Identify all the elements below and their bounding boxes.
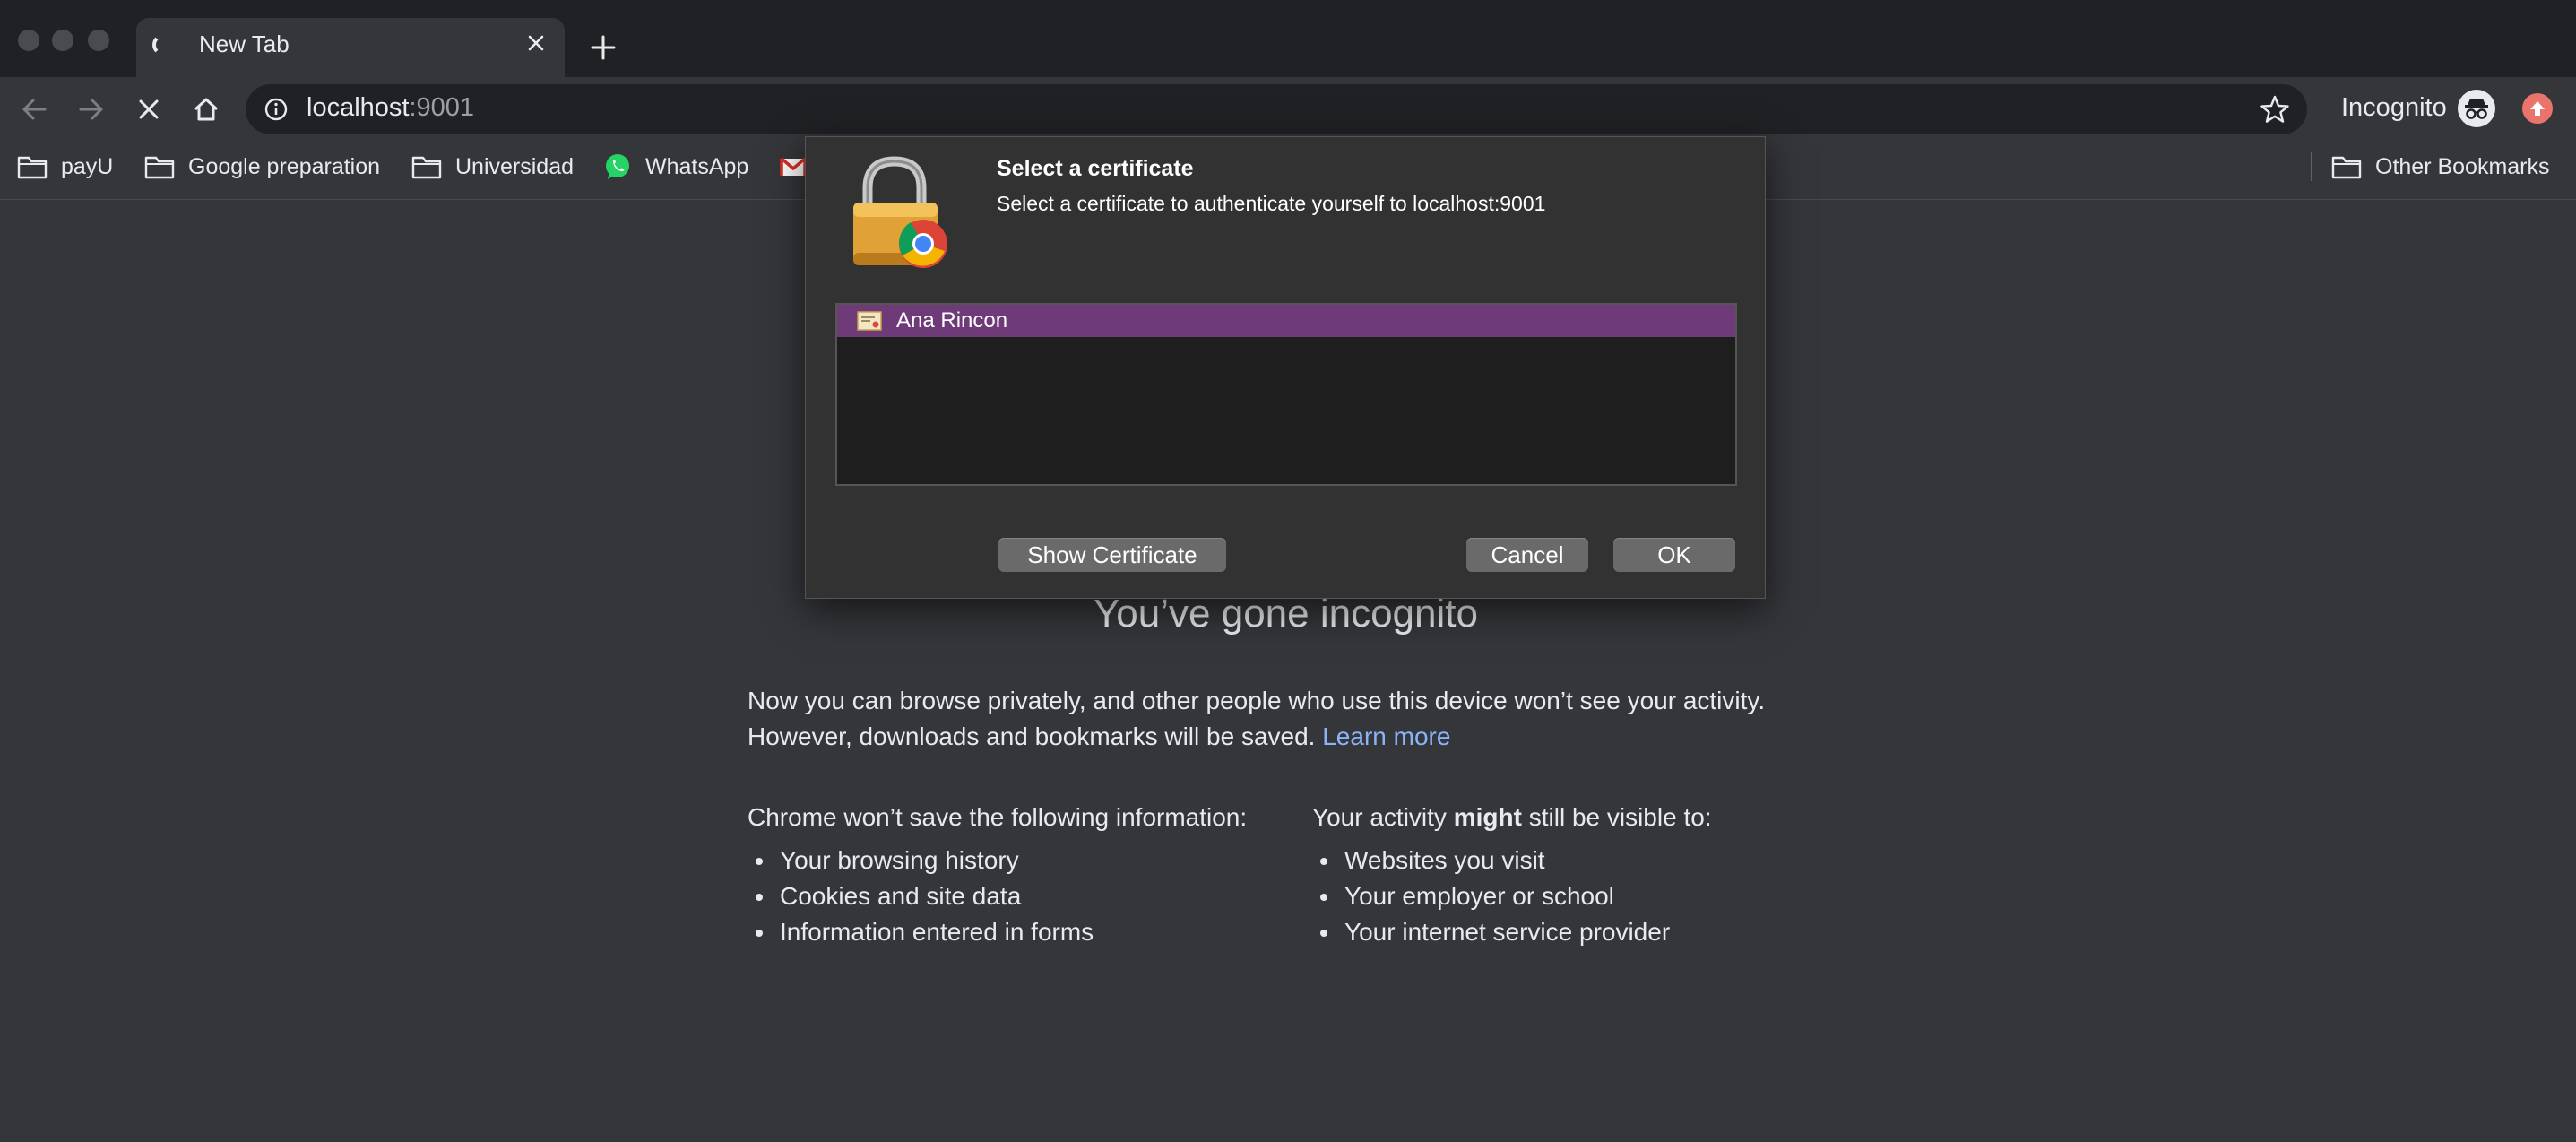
bookmarks-separator	[2311, 152, 2312, 181]
still-visible-section: Your activity might still be visible to:…	[1312, 800, 1712, 950]
bookmark-label: Universidad	[455, 153, 575, 179]
bookmark-label: WhatsApp	[645, 153, 749, 179]
certificate-icon	[857, 310, 882, 332]
loading-spinner-icon	[152, 34, 174, 56]
new-tab-button[interactable]	[584, 29, 622, 66]
still-visible-heading: Your activity might still be visible to:	[1312, 803, 1712, 831]
url-port: :9001	[409, 93, 475, 122]
bookmark-label: Google preparation	[188, 153, 381, 179]
bookmark-payu[interactable]: payU	[16, 151, 113, 183]
forward-button[interactable]	[73, 91, 109, 127]
cancel-button[interactable]: Cancel	[1466, 538, 1588, 572]
folder-icon	[144, 156, 175, 179]
bookmark-google-preparation[interactable]: Google preparation	[143, 151, 380, 183]
bookmark-label: payU	[61, 153, 114, 179]
intro-line: However, downloads and bookmarks will be…	[748, 722, 1316, 750]
update-available-icon[interactable]	[2522, 93, 2553, 124]
incognito-icon[interactable]	[2458, 90, 2495, 127]
folder-icon	[17, 156, 48, 179]
gmail-icon[interactable]	[780, 154, 807, 179]
url-host: localhost	[307, 93, 410, 122]
learn-more-link[interactable]: Learn more	[1322, 722, 1450, 750]
list-item: Your employer or school	[1341, 878, 1712, 914]
list-item: Your internet service provider	[1341, 914, 1712, 950]
url-text[interactable]: localhost:9001	[307, 93, 474, 123]
bookmark-whatsapp[interactable]: WhatsApp	[602, 151, 748, 183]
list-item: Cookies and site data	[776, 878, 1247, 914]
whatsapp-icon	[606, 154, 629, 179]
show-certificate-button[interactable]: Show Certificate	[998, 538, 1226, 572]
address-bar[interactable]	[246, 84, 2307, 134]
dialog-message: Select a certificate to authenticate you…	[997, 192, 1546, 215]
back-button[interactable]	[16, 91, 52, 127]
intro-line: Now you can browse privately, and other …	[748, 687, 1766, 714]
dialog-title: Select a certificate	[997, 156, 1194, 181]
list-item: Information entered in forms	[776, 914, 1247, 950]
tab-close-icon[interactable]	[522, 29, 550, 57]
bookmark-label: Other Bookmarks	[2375, 153, 2550, 179]
folder-icon	[411, 156, 442, 179]
home-button[interactable]	[188, 91, 224, 127]
tab-title: New Tab	[199, 30, 290, 57]
chrome-lock-icon	[844, 154, 954, 271]
not-saved-heading: Chrome won’t save the following informat…	[748, 803, 1248, 831]
info-icon[interactable]	[264, 97, 289, 122]
close-window-button[interactable]	[18, 30, 39, 51]
folder-icon	[2331, 156, 2362, 179]
minimize-window-button[interactable]	[52, 30, 73, 51]
bookmark-other-bookmarks[interactable]: Other Bookmarks	[2330, 151, 2550, 183]
incognito-label[interactable]: Incognito	[2341, 93, 2447, 123]
bookmark-star-icon[interactable]	[2259, 93, 2291, 125]
not-saved-section: Chrome won’t save the following informat…	[748, 800, 1247, 950]
list-item: Your browsing history	[776, 843, 1247, 878]
stop-button[interactable]	[131, 91, 167, 127]
list-item: Websites you visit	[1341, 843, 1712, 878]
zoom-window-button[interactable]	[88, 30, 109, 51]
ok-button[interactable]: OK	[1613, 538, 1735, 572]
certificate-name: Ana Rincon	[896, 308, 1008, 333]
bookmark-universidad[interactable]: Universidad	[411, 151, 574, 183]
intro-paragraph: Now you can browse privately, and other …	[748, 683, 1765, 755]
